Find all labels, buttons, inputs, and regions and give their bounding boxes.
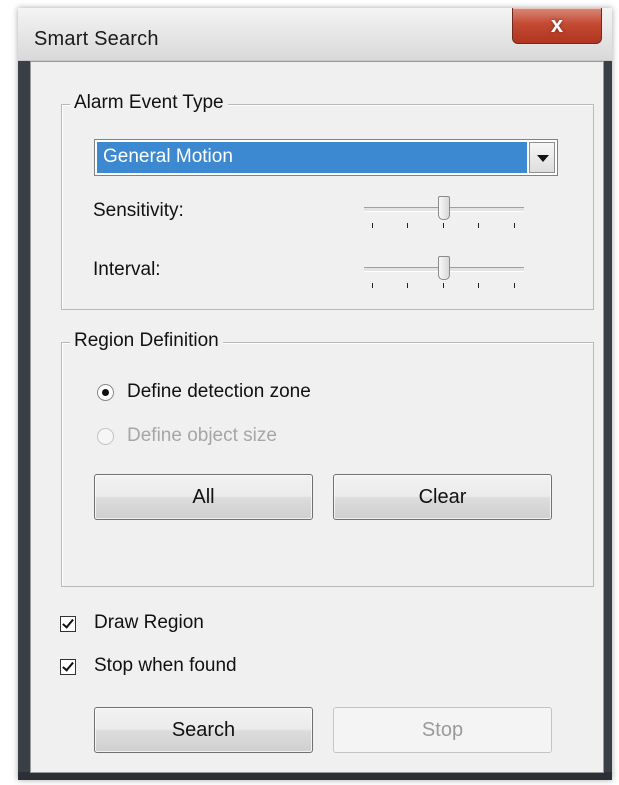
slider-tick (372, 283, 373, 288)
slider-tick (407, 283, 408, 288)
window-title: Smart Search (34, 28, 159, 50)
define-size-label: Define object size (127, 425, 277, 446)
sensitivity-slider-thumb[interactable] (438, 196, 450, 220)
slider-tick (443, 223, 444, 228)
search-button[interactable]: Search (94, 707, 313, 753)
define-size-radio[interactable] (97, 428, 114, 445)
stop-when-found-label[interactable]: Stop when found (94, 655, 237, 677)
slider-tick (478, 223, 479, 228)
event-type-dropdown[interactable]: General Motion (94, 139, 558, 176)
slider-tick (372, 223, 373, 228)
slider-tick (407, 223, 408, 228)
window-bottom-edge (18, 772, 612, 780)
chevron-down-icon[interactable] (529, 142, 555, 173)
close-button[interactable]: x (512, 8, 602, 44)
slider-tick (478, 283, 479, 288)
sensitivity-label: Sensitivity: (93, 200, 184, 221)
draw-region-checkbox[interactable] (60, 616, 76, 632)
slider-tick (514, 223, 515, 228)
region-definition-group: Region Definition (61, 330, 594, 587)
draw-region-label[interactable]: Draw Region (94, 612, 204, 634)
title-bar[interactable]: Smart Search x (18, 8, 612, 61)
slider-tick (443, 283, 444, 288)
event-type-selected: General Motion (97, 142, 527, 173)
stop-when-found-checkbox[interactable] (60, 659, 76, 675)
define-zone-radio[interactable] (97, 384, 114, 401)
define-zone-label[interactable]: Define detection zone (127, 381, 311, 403)
close-icon: x (550, 12, 564, 37)
interval-slider[interactable] (364, 253, 524, 289)
interval-label: Interval: (93, 259, 161, 280)
slider-tick (514, 283, 515, 288)
all-button[interactable]: All (94, 474, 313, 520)
region-definition-title: Region Definition (70, 330, 223, 352)
interval-slider-thumb[interactable] (438, 256, 450, 280)
stop-button[interactable]: Stop (333, 707, 552, 753)
alarm-event-type-title: Alarm Event Type (70, 92, 228, 114)
sensitivity-slider[interactable] (364, 193, 524, 229)
clear-button[interactable]: Clear (333, 474, 552, 520)
